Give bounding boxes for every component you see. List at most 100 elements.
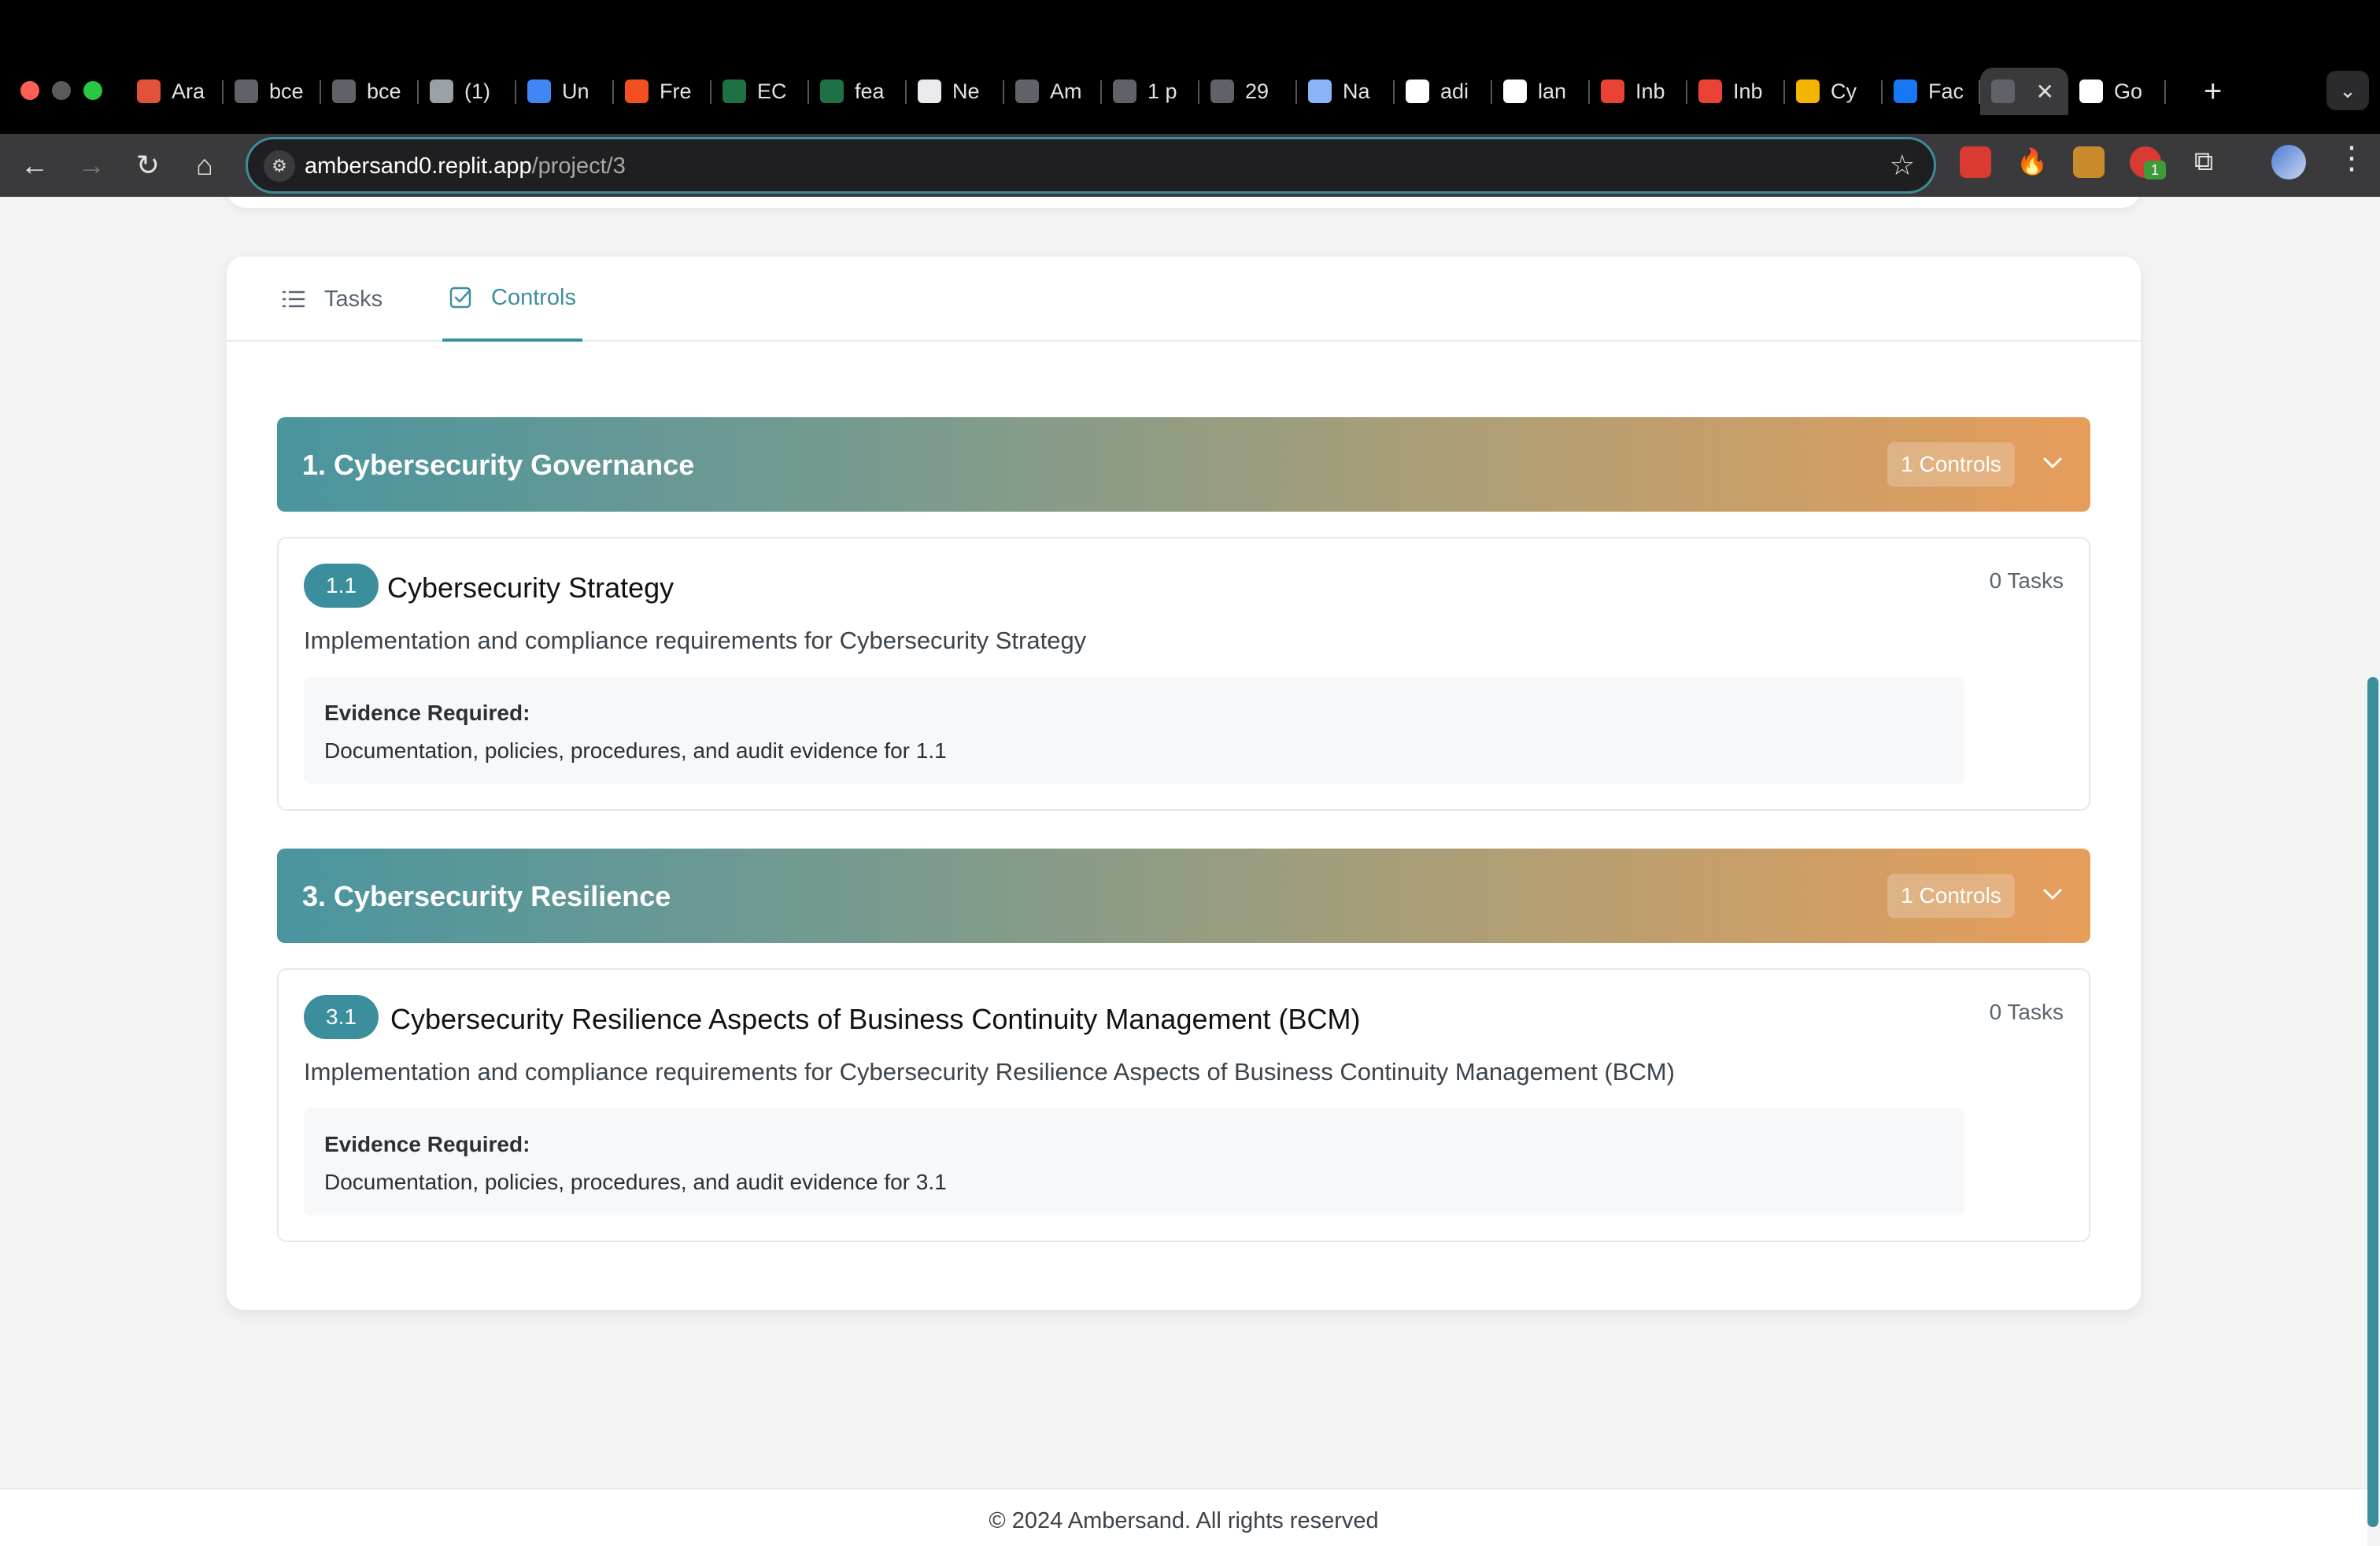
address-bar[interactable]: ⚙ ambersand0.replit.app/project/3 ☆: [246, 137, 1936, 194]
tab-title: Inb: [1733, 79, 1763, 103]
evidence-box: Evidence Required: Documentation, polici…: [304, 677, 1964, 784]
extension-flame-icon[interactable]: 🔥: [2016, 146, 2048, 178]
evidence-text: Documentation, policies, procedures, and…: [324, 738, 947, 763]
extensions-puzzle-icon[interactable]: ⧉: [2188, 146, 2219, 178]
evidence-label: Evidence Required:: [324, 701, 530, 725]
section-title: 3. Cybersecurity Resilience: [302, 880, 671, 912]
browser-tab[interactable]: 29: [1199, 68, 1297, 115]
favicon-icon: [2079, 80, 2103, 103]
browser-tab[interactable]: 1 p: [1102, 68, 1199, 115]
browser-tab[interactable]: Go: [2068, 68, 2166, 115]
browser-tab[interactable]: fea: [809, 68, 907, 115]
url-text[interactable]: ambersand0.replit.app/project/3: [305, 153, 626, 179]
control-title: Cybersecurity Resilience Aspects of Busi…: [390, 1003, 1361, 1035]
browser-tab[interactable]: Na: [1297, 68, 1395, 115]
extension-badge: 1: [2144, 161, 2166, 179]
favicon-icon: [1796, 80, 1820, 103]
browser-tab[interactable]: Cy: [1785, 68, 1883, 115]
close-window-button[interactable]: [20, 81, 39, 100]
browser-tab[interactable]: Inb: [1687, 68, 1785, 115]
home-icon[interactable]: ⌂: [184, 145, 225, 186]
bookmark-star-icon[interactable]: ☆: [1890, 149, 1915, 182]
browser-tab[interactable]: lan: [1492, 68, 1590, 115]
checkbox-icon: [449, 287, 471, 309]
tab-controls[interactable]: Controls: [442, 257, 582, 342]
tab-strip: Ara bce bce (1) Un Fre EC fea Ne Am 1 p 29 Na adi lan I…: [0, 0, 2380, 134]
tab-title: 1 p: [1148, 79, 1177, 103]
section-header[interactable]: 3. Cybersecurity Resilience 1 Controls: [277, 849, 2090, 943]
browser-tab[interactable]: Inb: [1590, 68, 1687, 115]
minimize-window-button[interactable]: [52, 81, 71, 100]
control-title: Cybersecurity Strategy: [387, 571, 674, 604]
tab-search-icon[interactable]: ⌄: [2326, 71, 2369, 110]
favicon-icon: [1991, 80, 2015, 103]
favicon-icon: [1503, 80, 1527, 103]
back-icon[interactable]: ←: [14, 145, 55, 186]
section-title: 1. Cybersecurity Governance: [302, 449, 695, 481]
control-description: Implementation and compliance requiremen…: [304, 1058, 1675, 1086]
favicon-icon: [1698, 80, 1722, 103]
browser-tab[interactable]: (1): [419, 68, 516, 115]
evidence-text: Documentation, policies, procedures, and…: [324, 1170, 947, 1194]
extension-todoist-icon[interactable]: [1960, 146, 1991, 178]
favicon-icon: [820, 80, 844, 103]
close-tab-icon[interactable]: ✕: [2036, 79, 2054, 105]
forward-icon[interactable]: →: [71, 145, 112, 186]
reload-icon[interactable]: ↻: [128, 145, 168, 186]
tab-title: EC: [757, 79, 787, 103]
browser-tab[interactable]: Fac: [1883, 68, 1980, 115]
browser-tab[interactable]: Fre: [614, 68, 711, 115]
controls-card: Tasks Controls 1. Cybersecurity Governan…: [227, 257, 2141, 1310]
site-info-icon[interactable]: ⚙: [264, 150, 295, 182]
browser-tabs: Ara bce bce (1) Un Fre EC fea Ne Am 1 p 29 Na adi lan I…: [126, 68, 2166, 115]
page-content: Tasks Controls 1. Cybersecurity Governan…: [0, 197, 2380, 1546]
tab-title: bce: [367, 79, 401, 103]
favicon-icon: [722, 80, 746, 103]
browser-tab[interactable]: Ara: [126, 68, 224, 115]
copyright-text: © 2024 Ambersand. All rights reserved: [989, 1508, 1379, 1533]
chevron-down-icon[interactable]: [2037, 878, 2068, 910]
browser-chrome: Ara bce bce (1) Un Fre EC fea Ne Am 1 p 29 Na adi lan I…: [0, 0, 2380, 197]
favicon-icon: [1210, 80, 1234, 103]
favicon-icon: [527, 80, 551, 103]
browser-tab[interactable]: ✕: [1980, 68, 2068, 115]
favicon-icon: [235, 80, 258, 103]
evidence-label: Evidence Required:: [324, 1132, 530, 1156]
favicon-icon: [1015, 80, 1039, 103]
browser-tab[interactable]: Am: [1004, 68, 1102, 115]
browser-tab[interactable]: adi: [1395, 68, 1492, 115]
tab-tasks[interactable]: Tasks: [282, 257, 382, 342]
browser-menu-icon[interactable]: ⋮: [2336, 140, 2367, 176]
tab-title: Fre: [660, 79, 692, 103]
browser-tab[interactable]: Ne: [907, 68, 1004, 115]
browser-tab[interactable]: bce: [321, 68, 419, 115]
control-card: 1.1 Cybersecurity Strategy 0 Tasks Imple…: [277, 537, 2090, 811]
chevron-down-icon[interactable]: [2037, 447, 2068, 479]
tab-title: adi: [1440, 79, 1469, 103]
extension-box-icon[interactable]: [2073, 146, 2105, 178]
extension-record-icon[interactable]: 1: [2130, 146, 2166, 179]
tab-title: Na: [1343, 79, 1370, 103]
browser-tab[interactable]: bce: [224, 68, 321, 115]
tab-title: Am: [1050, 79, 1082, 103]
new-tab-icon[interactable]: +: [2204, 74, 2222, 109]
browser-tab[interactable]: EC: [711, 68, 809, 115]
tab-title: 29: [1245, 79, 1269, 103]
tab-title: Fac: [1928, 79, 1964, 103]
favicon-icon: [918, 80, 941, 103]
favicon-icon: [332, 80, 356, 103]
tab-title: Ara: [172, 79, 205, 103]
controls-count-badge: 1 Controls: [1887, 874, 2015, 918]
project-header-card: [227, 197, 2141, 208]
browser-tab[interactable]: Un: [516, 68, 614, 115]
tab-title: Ne: [952, 79, 980, 103]
favicon-icon: [1113, 80, 1136, 103]
scrollbar-thumb[interactable]: [2367, 677, 2378, 1527]
favicon-icon: [625, 80, 649, 103]
section-header[interactable]: 1. Cybersecurity Governance 1 Controls: [277, 417, 2090, 512]
tab-label: Tasks: [324, 286, 383, 312]
favicon-icon: [1308, 80, 1332, 103]
zoom-window-button[interactable]: [83, 81, 102, 100]
task-count: 0 Tasks: [1989, 1000, 2064, 1024]
profile-avatar[interactable]: [2271, 145, 2306, 179]
